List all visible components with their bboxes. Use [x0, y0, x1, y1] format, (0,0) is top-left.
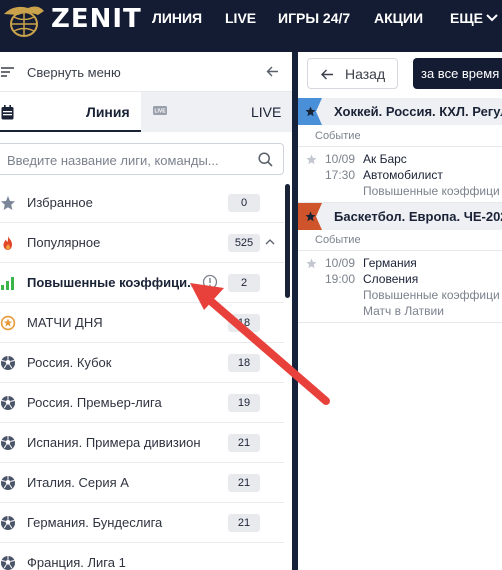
sidebar-item-label: Россия. Кубок	[27, 355, 112, 370]
sidebar-item-label: Испания. Примера дивизион	[27, 435, 201, 450]
event-time: 19:00	[325, 272, 356, 286]
back-button[interactable]: Назад	[307, 58, 398, 89]
live-badge-icon: LIVE	[153, 106, 167, 115]
sidebar-item-favorites[interactable]: Избранное 0	[0, 183, 284, 223]
nav-line[interactable]: ЛИНИЯ	[152, 10, 202, 26]
calendar-icon	[1, 105, 14, 120]
sidebar-item-label: Италия. Серия А	[27, 475, 129, 490]
back-button-label: Назад	[345, 66, 386, 82]
star-icon[interactable]	[306, 258, 317, 269]
tab-line[interactable]: Линия	[0, 92, 141, 132]
brand-name: ZENIT	[51, 4, 142, 34]
count-badge: 21	[228, 514, 260, 532]
sidebar-item-spain-primera[interactable]: Испания. Примера дивизион 21	[0, 423, 284, 463]
soccer-ball-icon	[1, 516, 15, 530]
sidebar-scrollbar[interactable]	[285, 184, 290, 298]
tab-live[interactable]: LIVE LIVE	[141, 92, 292, 132]
count-badge: 2	[228, 274, 260, 292]
sidebar-item-label: Германия. Бундеслига	[27, 515, 163, 530]
signal-bars-icon	[1, 277, 14, 290]
flame-icon	[3, 236, 12, 250]
event-date: 10/09	[325, 152, 356, 166]
event-note: Повышенные коэффици	[363, 288, 500, 302]
period-filter-button[interactable]: за все время	[413, 58, 502, 89]
count-badge: 18	[228, 314, 260, 332]
collapse-menu-label: Свернуть меню	[27, 65, 121, 80]
sidebar-tabs: Линия LIVE LIVE	[0, 92, 292, 132]
event-column-label: Событие	[315, 234, 361, 246]
star-medal-icon	[0, 315, 16, 331]
count-badge: 18	[228, 354, 260, 372]
soccer-ball-icon	[1, 436, 15, 450]
soccer-ball-icon	[1, 556, 15, 570]
sidebar-item-italy-serie-a[interactable]: Италия. Серия А 21	[0, 463, 284, 503]
league-header-basketball[interactable]: Баскетбол. Европа. ЧЕ-2025	[298, 203, 502, 230]
league-title: Хоккей. Россия. КХЛ. Регул	[334, 104, 502, 119]
arrow-left-icon[interactable]	[266, 66, 279, 77]
chevron-up-icon[interactable]	[265, 238, 275, 246]
sidebar-item-label: Франция. Лига 1	[27, 555, 126, 570]
zenit-logo[interactable]: ZENIT	[0, 0, 141, 40]
sidebar-item-popular[interactable]: Популярное 525	[0, 223, 284, 263]
sidebar-item-label: Избранное	[27, 195, 93, 210]
star-icon	[1, 196, 15, 210]
zenit-emblem-icon	[4, 6, 44, 37]
event-time: 17:30	[325, 168, 356, 182]
league-title: Баскетбол. Европа. ЧЕ-2025	[334, 209, 502, 224]
sidebar: Свернуть меню Линия LIVE LIVE Введите на…	[0, 52, 292, 570]
sidebar-item-label: Повышенные коэффици...	[27, 275, 198, 290]
tab-line-label: Линия	[86, 104, 130, 120]
period-filter-label: за все время	[421, 66, 500, 81]
count-badge: 21	[228, 474, 260, 492]
divider	[298, 250, 502, 251]
soccer-ball-icon	[1, 356, 15, 370]
league-search-input[interactable]	[7, 150, 247, 170]
live-badge-text: LIVE	[154, 109, 166, 115]
nav-promotions[interactable]: АКЦИИ	[374, 10, 423, 26]
count-badge: 0	[228, 194, 260, 212]
search-box	[0, 143, 284, 175]
divider	[298, 146, 502, 147]
star-icon[interactable]	[305, 106, 316, 117]
sidebar-item-label: Россия. Премьер-лига	[27, 395, 162, 410]
count-badge: 21	[228, 434, 260, 452]
nav-games-24-7[interactable]: ИГРЫ 24/7	[278, 10, 350, 26]
star-icon[interactable]	[305, 211, 316, 222]
search-icon[interactable]	[258, 152, 273, 167]
event-away-team: Словения	[363, 272, 419, 286]
soccer-ball-icon	[1, 476, 15, 490]
info-icon[interactable]	[202, 274, 218, 290]
arrow-left-icon	[321, 69, 333, 80]
sidebar-item-germany-bundesliga[interactable]: Германия. Бундеслига 21	[0, 503, 284, 543]
sidebar-item-label: МАТЧИ ДНЯ	[27, 315, 103, 330]
event-column-label: Событие	[315, 130, 361, 142]
count-badge: 19	[228, 394, 260, 412]
event-note: Повышенные коэффици	[363, 184, 500, 198]
sidebar-item-russia-cup[interactable]: Россия. Кубок 18	[0, 343, 284, 383]
nav-more[interactable]: ЕЩЕ	[450, 10, 483, 26]
chevron-down-icon[interactable]	[485, 12, 499, 24]
sidebar-item-label: Популярное	[27, 235, 101, 250]
sidebar-item-boosted-odds[interactable]: Повышенные коэффици... 2	[0, 263, 284, 303]
star-icon[interactable]	[306, 154, 317, 165]
league-header-hockey[interactable]: Хоккей. Россия. КХЛ. Регул	[298, 98, 502, 125]
event-away-team: Автомобилист	[363, 168, 443, 182]
event-home-team: Германия	[363, 256, 417, 270]
menu-lines-icon	[1, 67, 14, 77]
count-badge: 525	[228, 234, 260, 252]
event-home-team: Ак Барс	[363, 152, 407, 166]
top-header: ZENIT ЛИНИЯ LIVE ИГРЫ 24/7 АКЦИИ ЕЩЕ	[0, 0, 502, 52]
divider	[298, 322, 502, 323]
sidebar-item-matches-of-day[interactable]: МАТЧИ ДНЯ 18	[0, 303, 284, 343]
main-panel: Назад за все время Хоккей. Россия. КХЛ. …	[298, 52, 502, 570]
event-date: 10/09	[325, 256, 356, 270]
nav-live[interactable]: LIVE	[225, 10, 256, 26]
sidebar-item-russia-premier-league[interactable]: Россия. Премьер-лига 19	[0, 383, 284, 423]
event-note: Матч в Латвии	[363, 304, 444, 318]
tab-live-label: LIVE	[251, 104, 282, 120]
collapse-menu-row[interactable]: Свернуть меню	[0, 52, 292, 92]
soccer-ball-icon	[1, 396, 15, 410]
sidebar-item-france-ligue-1[interactable]: Франция. Лига 1	[0, 543, 284, 570]
